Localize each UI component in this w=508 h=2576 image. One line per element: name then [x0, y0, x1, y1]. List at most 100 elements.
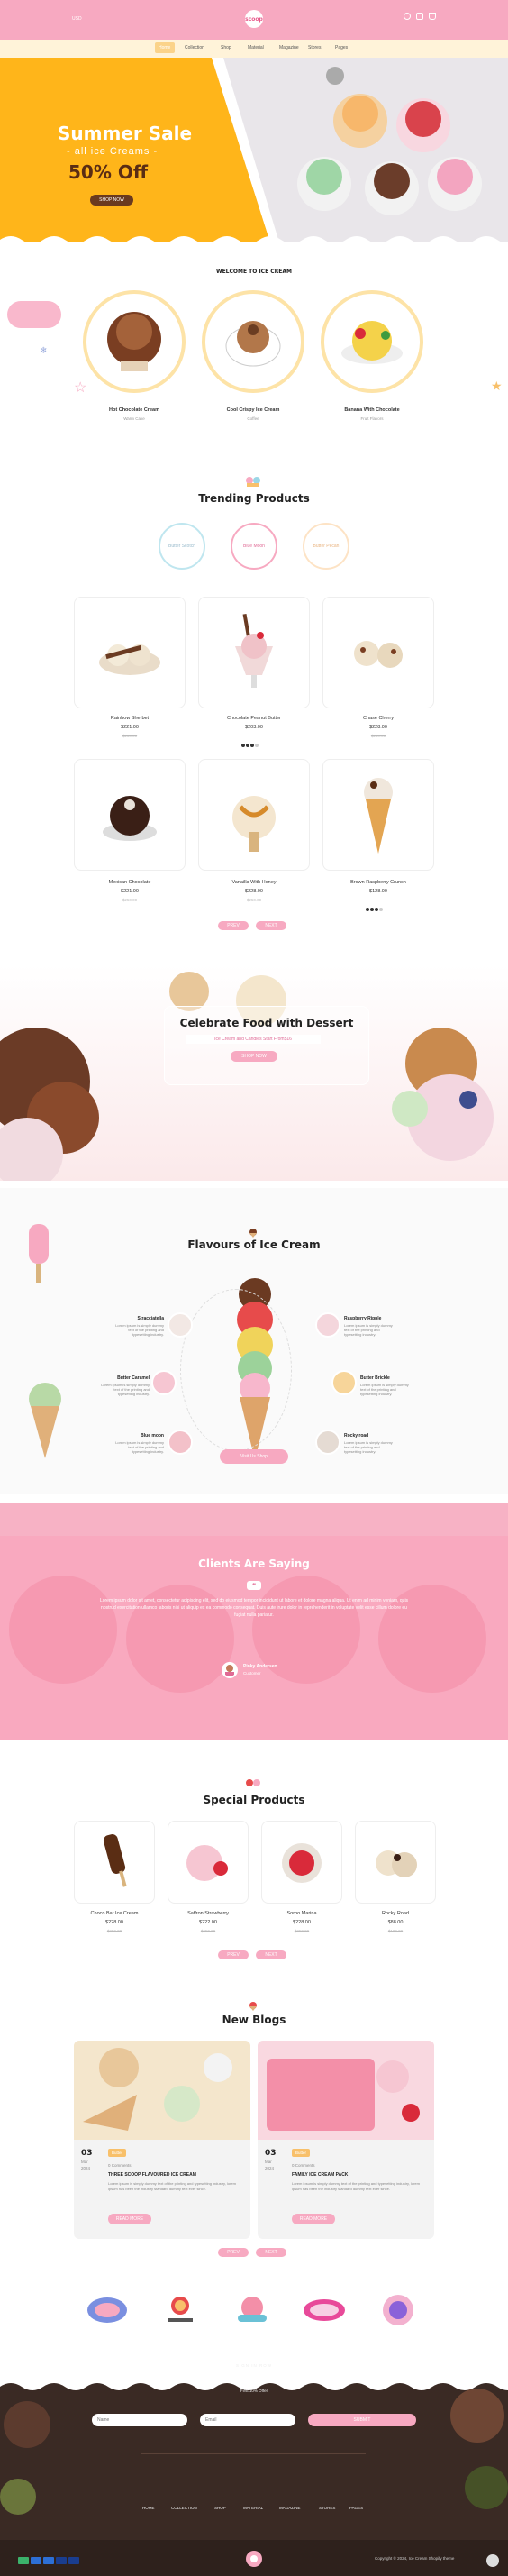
next-button[interactable]: NEXT — [256, 2248, 286, 2257]
blog-day: 03 — [81, 2149, 93, 2158]
product-name[interactable]: Rainbow Sherbet — [74, 716, 186, 721]
footer-link-material[interactable]: MATERIAL — [243, 2506, 263, 2510]
read-more-button[interactable]: READ MORE — [108, 2214, 151, 2224]
welcome-item-name[interactable]: Banana With Chocolate — [321, 407, 423, 413]
blog-text: Lorem ipsum is simply dummy text of the … — [108, 2181, 236, 2191]
ice-cream-icon — [245, 476, 261, 489]
tab-blue-moon[interactable]: Blue Moon — [231, 523, 277, 570]
next-button[interactable]: NEXT — [256, 1950, 286, 1959]
welcome-item-name[interactable]: Cool Crispy Ice Cream — [202, 407, 304, 413]
product-card[interactable] — [74, 1821, 155, 1904]
email-input[interactable] — [200, 2414, 295, 2426]
nav-pages[interactable]: Pages — [335, 45, 348, 50]
product-card[interactable] — [168, 1821, 249, 1904]
product-card[interactable] — [322, 597, 434, 708]
ice-cream-icon — [245, 1777, 261, 1788]
promo-shop-button[interactable]: SHOP NOW — [231, 1051, 277, 1062]
product-name[interactable]: Mexican Chocolate — [74, 880, 186, 885]
tab-butter-scotch[interactable]: Butter Scotch — [159, 523, 205, 570]
product-name[interactable]: Brown Raspberry Crunch — [322, 880, 434, 885]
flavour-image[interactable] — [331, 1370, 357, 1395]
hero-shop-button[interactable]: SHOP NOW — [90, 195, 133, 206]
blog-title[interactable]: FAMILY ICE CREAM PACK — [292, 2172, 427, 2178]
prev-button[interactable]: PREV — [218, 1950, 249, 1959]
blog-tag[interactable]: Butter — [292, 2149, 311, 2157]
blog-day: 03 — [265, 2149, 277, 2158]
nav-magazine[interactable]: Magazine — [279, 45, 299, 50]
product-name[interactable]: Saffron Strawberry — [168, 1911, 249, 1916]
prev-button[interactable]: PREV — [218, 921, 249, 930]
welcome-image-3[interactable] — [321, 290, 423, 393]
flavour-image[interactable] — [168, 1430, 193, 1455]
search-icon[interactable] — [416, 13, 423, 20]
product-card[interactable] — [198, 759, 310, 871]
next-button[interactable]: NEXT — [256, 921, 286, 930]
blog-year: 2024 — [81, 2166, 91, 2170]
nav-stores[interactable]: Stores — [308, 45, 321, 50]
flavour-name: Stracciatella — [137, 1316, 164, 1321]
product-card[interactable] — [261, 1821, 342, 1904]
brand-logo-5[interactable] — [380, 2293, 416, 2327]
nav-collection[interactable]: Collection — [185, 45, 204, 50]
color-swatches[interactable] — [366, 900, 391, 911]
product-price: $88.00 — [387, 1920, 404, 1925]
brand-logo-4[interactable] — [303, 2295, 346, 2325]
brand-logo-3[interactable] — [232, 2293, 272, 2327]
footer-link-collection[interactable]: COLLECTION — [171, 2506, 197, 2510]
name-input[interactable] — [92, 2414, 187, 2426]
visit-shop-button[interactable]: Visit Us Shop — [220, 1449, 288, 1464]
nav-material[interactable]: Material — [248, 45, 264, 50]
product-name[interactable]: Sorbo Marina — [261, 1911, 342, 1916]
flavour-image[interactable] — [315, 1430, 340, 1455]
quote-icon: ❝ — [247, 1581, 261, 1590]
newsletter-submit-button[interactable]: SUBMIT — [308, 2414, 416, 2426]
recaptcha-icon — [486, 2554, 499, 2567]
welcome-title: WELCOME TO ICE CREAM — [215, 269, 293, 275]
blog-comments: 0 Comments — [292, 2163, 315, 2168]
product-old-price: $250.00 — [200, 1929, 216, 1933]
product-card[interactable] — [74, 759, 186, 871]
currency-selector[interactable]: USD — [72, 16, 82, 22]
footer-link-home[interactable]: HOME — [142, 2506, 155, 2510]
blog-title[interactable]: THREE SCOOP FLAVOURED ICE CREAM — [108, 2172, 243, 2178]
footer-link-shop[interactable]: SHOP — [214, 2506, 226, 2510]
tab-butter-pecan[interactable]: Butter Pecan — [303, 523, 349, 570]
blog-card[interactable] — [74, 2041, 250, 2239]
nav-shop[interactable]: Shop — [221, 45, 231, 50]
flavour-image[interactable] — [151, 1370, 177, 1395]
blog-tag[interactable]: Butter — [108, 2149, 127, 2157]
brand-logo-1[interactable] — [86, 2295, 128, 2325]
brand-logo-2[interactable] — [162, 2293, 198, 2327]
product-card[interactable] — [74, 597, 186, 708]
welcome-item-name[interactable]: Hot Chocolate Cream — [83, 407, 186, 413]
account-icon[interactable] — [404, 13, 411, 20]
cart-icon[interactable] — [429, 13, 436, 20]
footer-link-magazine[interactable]: MAGAZINE — [279, 2506, 301, 2510]
prev-button[interactable]: PREV — [218, 2248, 249, 2257]
product-name[interactable]: Vanailla With Honey — [198, 880, 310, 885]
flavour-image[interactable] — [168, 1312, 193, 1338]
flavour-text: Lorem ipsum is simply dummy text of the … — [115, 1440, 164, 1454]
flavour-name: Blue moon — [141, 1433, 164, 1439]
read-more-button[interactable]: READ MORE — [292, 2214, 335, 2224]
welcome-image-2[interactable] — [202, 290, 304, 393]
product-name[interactable]: Chocolate Peanut Butter — [198, 716, 310, 721]
flavour-orbit — [180, 1289, 292, 1451]
ice-cream-icon — [249, 1999, 258, 2011]
footer-link-pages[interactable]: PAGES — [349, 2506, 363, 2510]
blog-card[interactable] — [258, 2041, 434, 2239]
product-card[interactable] — [322, 759, 434, 871]
flavours-title: Flavours of Ice Cream — [187, 1238, 321, 1251]
welcome-image-1[interactable] — [83, 290, 186, 393]
product-name[interactable]: Choco Bar Ice Cream — [74, 1911, 155, 1916]
site-logo[interactable]: scoop — [240, 7, 268, 32]
footer-logo[interactable] — [241, 2549, 267, 2571]
product-name[interactable]: Chase Cherry — [322, 716, 434, 721]
color-swatches[interactable] — [241, 735, 267, 747]
product-card[interactable] — [198, 597, 310, 708]
flavour-image[interactable] — [315, 1312, 340, 1338]
product-card[interactable] — [355, 1821, 436, 1904]
nav-home[interactable]: Home — [159, 45, 170, 50]
product-name[interactable]: Rocky Road — [355, 1911, 436, 1916]
footer-link-stores[interactable]: STORES — [319, 2506, 335, 2510]
